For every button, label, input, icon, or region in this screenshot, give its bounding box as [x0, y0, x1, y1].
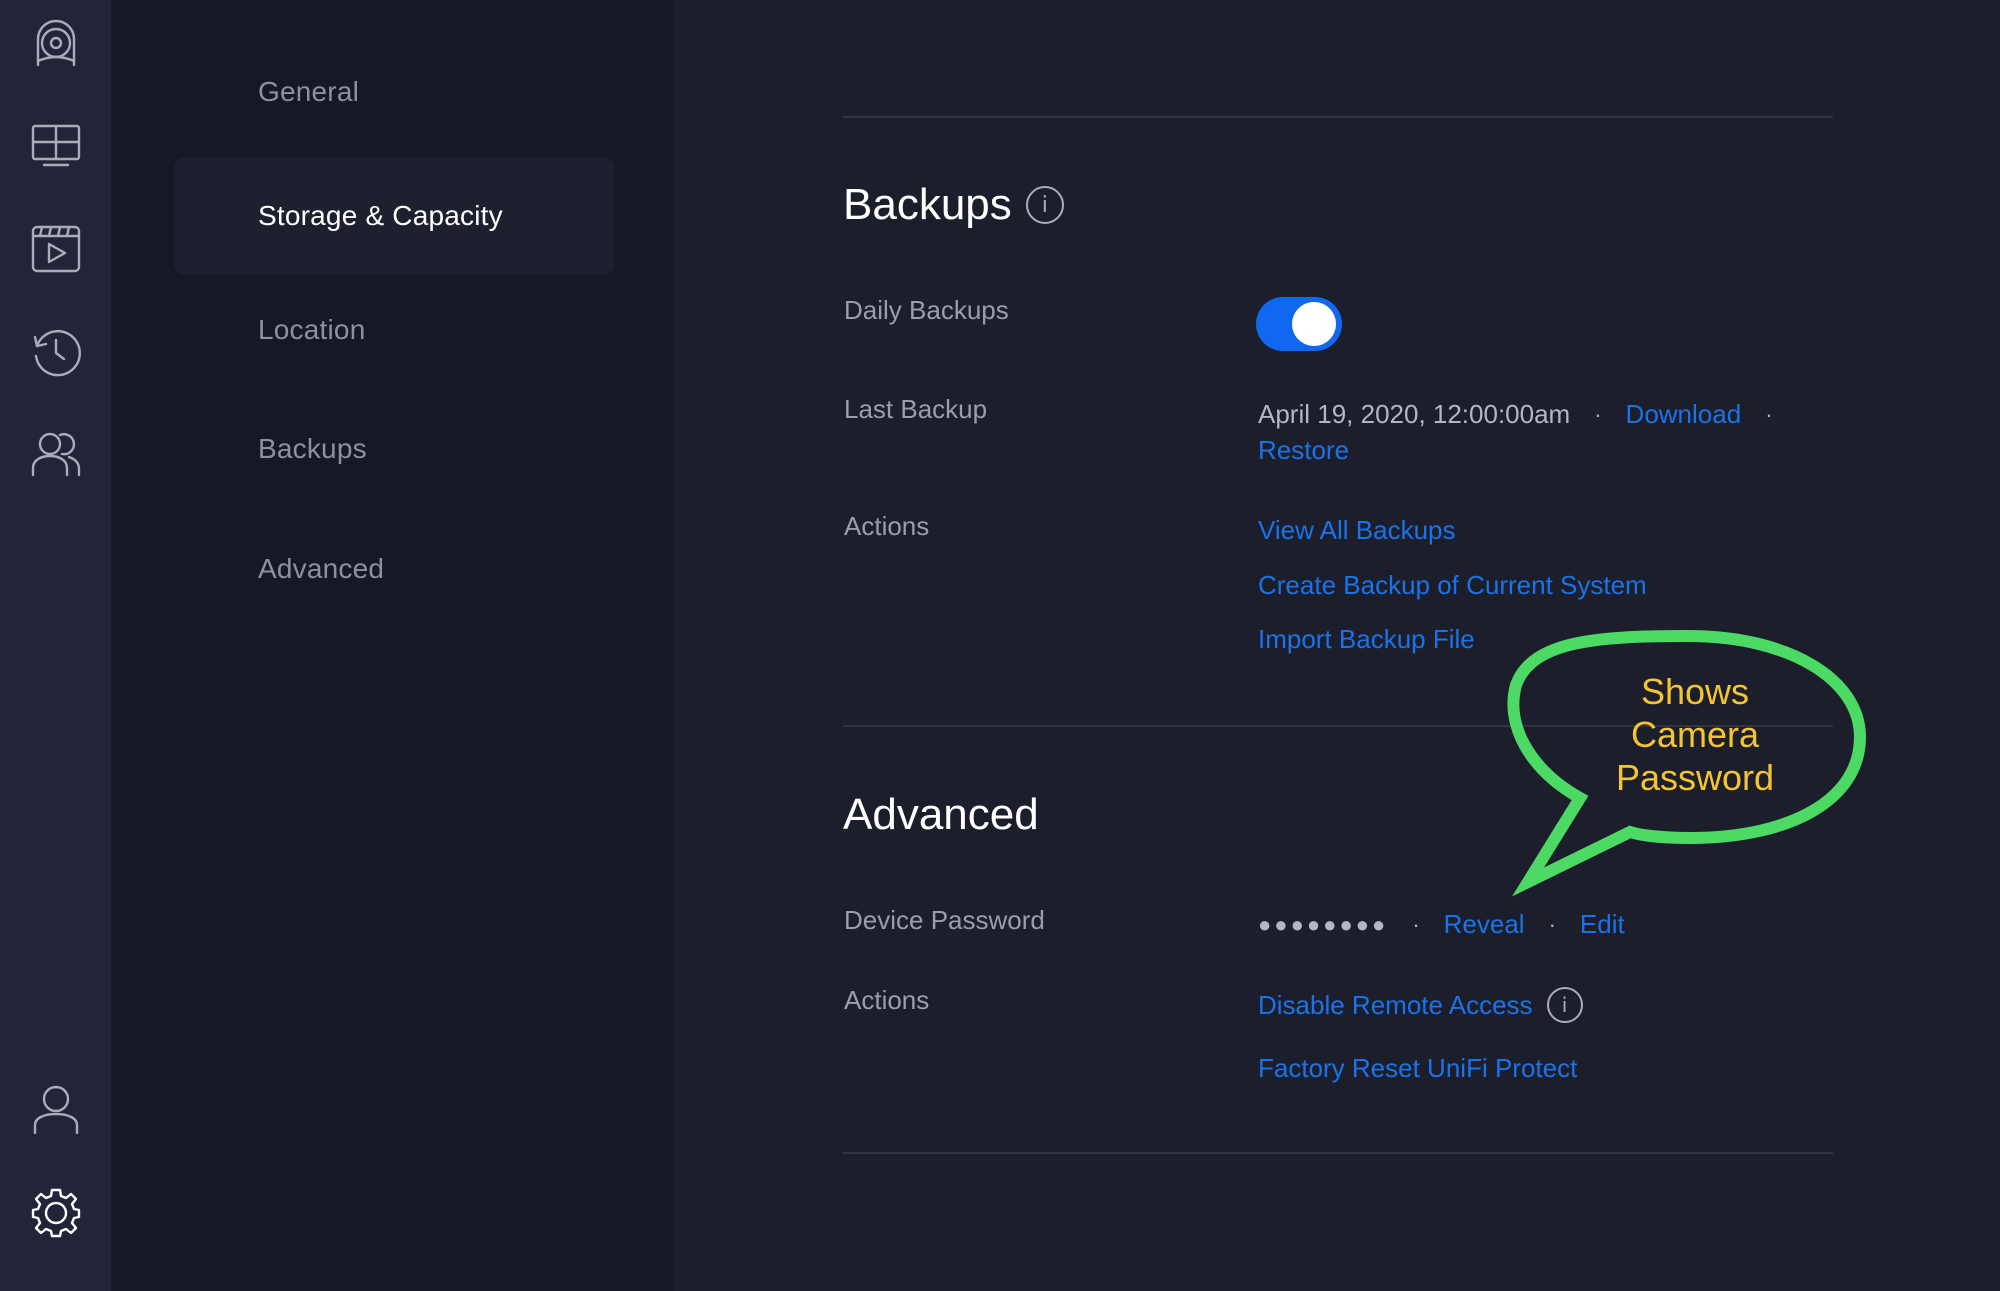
- liveview-grid-icon: [31, 124, 81, 167]
- nav-item-backups[interactable]: Backups: [174, 390, 614, 508]
- nav-item-label: Storage & Capacity: [258, 200, 503, 231]
- daily-backups-toggle[interactable]: [1256, 297, 1342, 351]
- callout-line: Password: [1615, 757, 1775, 798]
- nav-item-label: General: [258, 76, 360, 107]
- nav-item-storage-capacity[interactable]: Storage & Capacity: [174, 157, 614, 275]
- camera-icon: [36, 19, 76, 67]
- separator-dot: ·: [1594, 401, 1602, 427]
- callout-line: Shows: [1640, 671, 1750, 712]
- nav-item-location[interactable]: Location: [174, 271, 614, 389]
- sidebar-timelapse-button[interactable]: [28, 220, 84, 276]
- nav-item-label: Advanced: [258, 553, 385, 584]
- sidebar-account-button[interactable]: [28, 1082, 84, 1138]
- factory-reset-link[interactable]: Factory Reset UniFi Protect: [1258, 1053, 1577, 1084]
- nav-item-general[interactable]: General: [174, 33, 614, 151]
- main-content: Backups i Daily Backups Last Backup Apri…: [673, 0, 2000, 1291]
- disable-remote-access-link[interactable]: Disable Remote Access: [1258, 990, 1533, 1021]
- separator-dot: ·: [1548, 911, 1556, 937]
- create-backup-row: Create Backup of Current System: [1258, 570, 1647, 601]
- advanced-actions-label: Actions: [844, 985, 930, 1015]
- nav-item-label: Location: [258, 314, 366, 345]
- import-backup-link[interactable]: Import Backup File: [1258, 624, 1475, 655]
- import-backup-row: Import Backup File: [1258, 624, 1475, 655]
- restore-row: Restore: [1258, 435, 1349, 466]
- section-divider: [843, 116, 1833, 118]
- backups-title: Backups: [843, 180, 1012, 229]
- password-mask: ●●●●●●●●: [1258, 911, 1389, 937]
- device-password-row: ●●●●●●●● · Reveal · Edit: [1258, 909, 1625, 940]
- info-icon[interactable]: i: [1025, 186, 1064, 224]
- factory-reset-row: Factory Reset UniFi Protect: [1258, 1053, 1577, 1084]
- separator-dot: ·: [1412, 911, 1420, 937]
- gear-icon: [31, 1188, 81, 1238]
- callout-line: Camera: [1630, 714, 1760, 755]
- device-password-label: Device Password: [844, 905, 1045, 935]
- callout-text: Shows Camera Password: [1540, 670, 1850, 799]
- sidebar-events-button[interactable]: [28, 323, 84, 379]
- toggle-knob: [1292, 302, 1336, 346]
- create-backup-link[interactable]: Create Backup of Current System: [1258, 570, 1647, 601]
- backup-actions-label: Actions: [844, 511, 930, 541]
- disable-remote-row: Disable Remote Access i: [1258, 987, 1583, 1023]
- restore-backup-link[interactable]: Restore: [1258, 435, 1349, 466]
- section-divider: [843, 1152, 1833, 1154]
- advanced-title: Advanced: [843, 790, 1039, 839]
- history-icon: [33, 329, 82, 377]
- settings-nav: General Storage & Capacity Location Back…: [112, 0, 673, 1291]
- video-player-icon: [31, 225, 81, 273]
- sidebar-liveview-button[interactable]: [28, 117, 84, 173]
- view-all-backups-row: View All Backups: [1258, 515, 1456, 546]
- advanced-section-title: Advanced: [843, 790, 1039, 840]
- info-icon[interactable]: i: [1546, 987, 1583, 1023]
- separator-dot: ·: [1765, 401, 1773, 427]
- icon-sidebar: [0, 0, 112, 1291]
- last-backup-row: April 19, 2020, 12:00:00am · Download ·: [1258, 399, 1797, 430]
- last-backup-label: Last Backup: [844, 394, 988, 424]
- last-backup-timestamp: April 19, 2020, 12:00:00am: [1258, 399, 1571, 429]
- view-all-backups-link[interactable]: View All Backups: [1258, 515, 1456, 546]
- sidebar-settings-button[interactable]: [28, 1185, 84, 1241]
- nav-item-advanced[interactable]: Advanced: [174, 510, 614, 628]
- reveal-password-link[interactable]: Reveal: [1444, 909, 1525, 940]
- edit-password-link[interactable]: Edit: [1580, 909, 1625, 940]
- sidebar-cameras-button[interactable]: [28, 14, 84, 70]
- daily-backups-label: Daily Backups: [844, 295, 1009, 325]
- backups-section-title: Backups i: [843, 180, 1064, 230]
- user-icon: [33, 1085, 79, 1135]
- download-backup-link[interactable]: Download: [1626, 399, 1742, 430]
- nav-item-label: Backups: [258, 433, 367, 464]
- sidebar-users-button[interactable]: [28, 426, 84, 482]
- users-icon: [31, 432, 81, 477]
